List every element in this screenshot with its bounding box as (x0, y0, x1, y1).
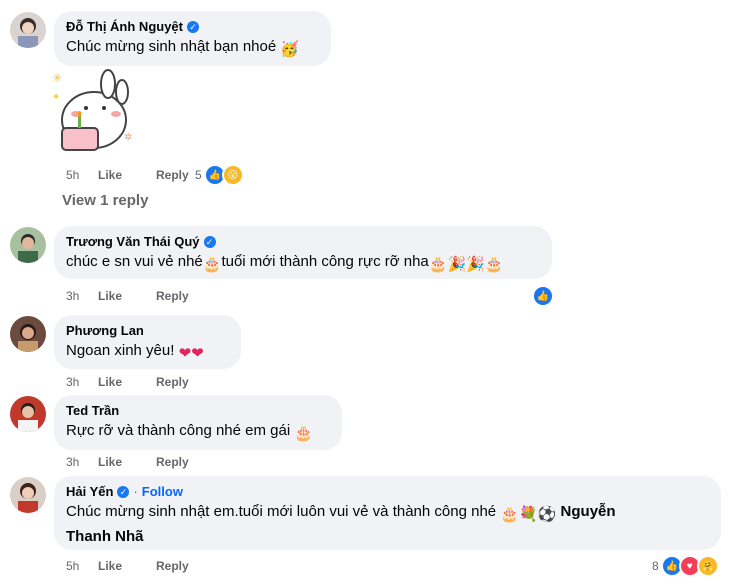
comment-author[interactable]: Đỗ Thị Ánh Nguyệt ✓ (66, 19, 319, 35)
like-reaction-icon: 👍 (532, 285, 554, 307)
like-button[interactable]: Like (98, 168, 156, 182)
comment-author[interactable]: Hải Yến ✓ · Follow (66, 484, 709, 500)
cake-emoji: 🎂 (500, 506, 519, 523)
cake-emoji: 🎂 (428, 256, 448, 273)
care-reaction-icon: 🤗 (696, 555, 719, 577)
svg-text:✳: ✳ (52, 71, 62, 85)
avatar[interactable] (10, 12, 46, 48)
comment-text: Thanh Nhã (66, 527, 709, 547)
reaction-count: 5 (195, 168, 202, 182)
view-replies-link[interactable]: View 1 reply (62, 192, 148, 209)
wow-reaction-icon: 😮 (221, 164, 244, 186)
comment-meta: 5h Like Reply (66, 559, 189, 573)
comment-text-content: chúc e sn vui vẻ nhé (66, 253, 203, 270)
follow-button[interactable]: Follow (142, 484, 183, 500)
reply-button[interactable]: Reply (156, 559, 189, 573)
author-name[interactable]: Hải Yến (66, 484, 113, 500)
comment-meta: 3h Like Reply (66, 455, 189, 469)
comment-bubble: Phương Lan Ngoan xinh yêu! ❤❤ (54, 315, 241, 369)
comment-author[interactable]: Ted Trần (66, 403, 330, 419)
verified-badge-icon: ✓ (117, 486, 130, 498)
verified-badge-icon: ✓ (203, 236, 216, 248)
comment-bubble: Ted Trần Rực rỡ và thành công nhé em gái… (54, 395, 342, 450)
reply-button[interactable]: Reply (156, 289, 189, 303)
svg-text:✴: ✴ (52, 92, 60, 103)
mention-link[interactable]: Nguyễn (561, 503, 616, 520)
party-popper-emoji: 🎉 (466, 256, 485, 273)
reaction-summary[interactable]: 8 👍 ♥ 🤗 (652, 555, 719, 577)
timestamp[interactable]: 3h (66, 375, 98, 389)
comment-text-content: tuổi mới thành công rực rỡ nha (221, 253, 429, 270)
cake-emoji: 🎂 (294, 425, 314, 442)
like-button[interactable]: Like (98, 289, 156, 303)
separator-dot: · (133, 484, 138, 499)
hugging-face-emoji: 🥳 (280, 41, 300, 58)
comment-bubble: Hải Yến ✓ · Follow Chúc mừng sinh nhật e… (54, 476, 721, 550)
comment-text: Ngoan xinh yêu! ❤❤ (66, 341, 229, 364)
timestamp[interactable]: 5h (66, 168, 98, 182)
comment-text-content: Ngoan xinh yêu! (66, 342, 175, 359)
author-name[interactable]: Đỗ Thị Ánh Nguyệt (66, 19, 183, 35)
like-button[interactable]: Like (98, 375, 156, 389)
comment-author[interactable]: Phương Lan (66, 323, 229, 339)
reaction-summary[interactable]: 👍 (532, 285, 554, 307)
avatar[interactable] (10, 316, 46, 352)
avatar[interactable] (10, 396, 46, 432)
timestamp[interactable]: 3h (66, 455, 98, 469)
reply-button[interactable]: Reply (156, 168, 189, 182)
like-button[interactable]: Like (98, 559, 156, 573)
author-name[interactable]: Ted Trần (66, 403, 119, 419)
avatar[interactable] (10, 477, 46, 513)
comment-text-content: Chúc mừng sinh nhật em.tuổi mới luôn vui… (66, 503, 497, 520)
comment-bubble: Đỗ Thị Ánh Nguyệt ✓ Chúc mừng sinh nhật … (54, 11, 331, 66)
reaction-count: 8 (652, 559, 659, 573)
like-button[interactable]: Like (98, 455, 156, 469)
comment-text-content: Rực rỡ và thành công nhé em gái (66, 422, 291, 439)
comment-meta: 5h Like Reply (66, 168, 189, 182)
heart-emoji: ❤❤ (178, 345, 204, 362)
comment-text: chúc e sn vui vẻ nhé🎂tuổi mới thành công… (66, 252, 540, 275)
comment-author[interactable]: Trương Văn Thái Quý ✓ (66, 234, 540, 250)
comment-meta: 3h Like Reply (66, 375, 189, 389)
author-name[interactable]: Trương Văn Thái Quý (66, 234, 200, 250)
cake-emoji: 🎂 (202, 256, 222, 273)
cake-emoji: 🎂 (484, 256, 504, 273)
reply-button[interactable]: Reply (156, 455, 189, 469)
comment-text-content: Chúc mừng sinh nhật bạn nhoé (66, 38, 277, 55)
comment-meta: 3h Like Reply (66, 289, 189, 303)
svg-text:✲: ✲ (124, 132, 132, 143)
reaction-summary[interactable]: 5 👍 😮 (195, 164, 244, 186)
soccer-ball-emoji: ⚽ (537, 506, 557, 523)
verified-badge-icon: ✓ (187, 21, 199, 33)
bunny-cake-sticker: ✳ ✴ ✲ (48, 68, 140, 160)
author-name[interactable]: Phương Lan (66, 323, 144, 339)
mention-link[interactable]: Thanh Nhã (66, 528, 144, 545)
timestamp[interactable]: 3h (66, 289, 98, 303)
bouquet-emoji: 💐 (518, 506, 538, 523)
reply-button[interactable]: Reply (156, 375, 189, 389)
comment-text: Chúc mừng sinh nhật bạn nhoé 🥳 (66, 37, 319, 60)
party-popper-emoji: 🎉 (447, 256, 467, 273)
comment-text: Chúc mừng sinh nhật em.tuổi mới luôn vui… (66, 502, 709, 525)
avatar[interactable] (10, 227, 46, 263)
timestamp[interactable]: 5h (66, 559, 98, 573)
comment-bubble: Trương Văn Thái Quý ✓ chúc e sn vui vẻ n… (54, 226, 552, 279)
comment-text: Rực rỡ và thành công nhé em gái 🎂 (66, 421, 330, 444)
